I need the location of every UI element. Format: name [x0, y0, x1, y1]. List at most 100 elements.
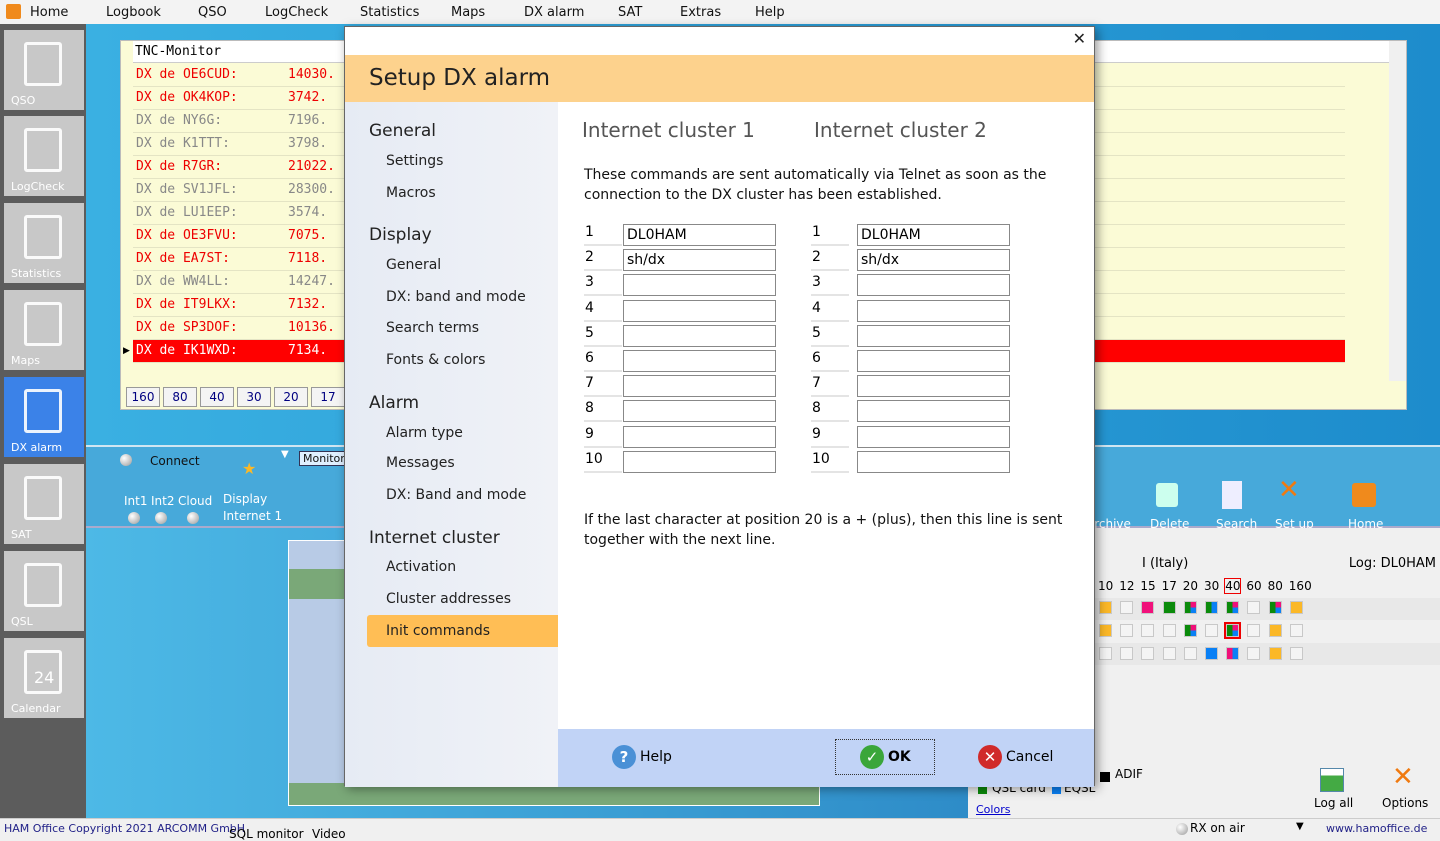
menu-qso[interactable]: QSO	[198, 5, 227, 20]
band-cell[interactable]	[1289, 601, 1303, 614]
nav-init-commands[interactable]: Init commands	[367, 615, 558, 647]
sidebar-item-qsl[interactable]: QSL	[4, 551, 84, 631]
cluster1-command-input[interactable]	[623, 299, 776, 322]
cluster2-command-input[interactable]	[857, 375, 1010, 398]
cluster2-command-input[interactable]	[857, 450, 1010, 473]
tab-monitor[interactable]: Monitor	[299, 451, 345, 466]
band-cell[interactable]	[1268, 624, 1282, 637]
menu-dx-alarm[interactable]: DX alarm	[524, 5, 584, 20]
band-cell[interactable]	[1162, 647, 1176, 660]
sql-monitor-tab[interactable]: SQL monitor	[229, 827, 304, 841]
nav-dx-band-and-mode[interactable]: DX: band and mode	[386, 289, 526, 305]
dropdown-arrow-icon[interactable]: ▼	[1296, 821, 1304, 832]
band-cell[interactable]	[1120, 647, 1134, 660]
band-cell[interactable]	[1099, 601, 1112, 614]
band-cell[interactable]	[1247, 624, 1261, 637]
band-cell[interactable]	[1120, 624, 1134, 637]
band-cell[interactable]	[1183, 647, 1197, 660]
video-tab[interactable]: Video	[312, 827, 346, 841]
sidebar-item-logcheck[interactable]: LogCheck	[4, 116, 84, 196]
options-button[interactable]: Options	[1382, 796, 1428, 810]
sidebar-item-dx-alarm[interactable]: DX alarm	[4, 377, 84, 457]
help-button[interactable]: ? Help	[612, 739, 672, 775]
cluster2-command-input[interactable]	[857, 224, 1010, 246]
band-button-20[interactable]: 20	[274, 387, 308, 407]
band-cell[interactable]	[1162, 624, 1176, 637]
band-cell[interactable]	[1120, 601, 1134, 614]
nav-macros[interactable]: Macros	[386, 185, 436, 201]
close-icon[interactable]: ✕	[1073, 29, 1086, 48]
band-button-40[interactable]: 40	[200, 387, 234, 407]
sidebar-item-calendar[interactable]: Calendar 24	[4, 638, 84, 718]
display-label[interactable]: Display	[223, 492, 267, 506]
menu-logbook[interactable]: Logbook	[106, 5, 161, 20]
band-cell[interactable]	[1099, 647, 1112, 660]
nav-dx-band-and-mode[interactable]: DX: Band and mode	[386, 487, 526, 503]
cluster1-command-input[interactable]	[623, 375, 776, 398]
band-cell[interactable]	[1141, 647, 1155, 660]
sidebar-item-qso[interactable]: QSO	[4, 30, 84, 110]
band-cell[interactable]	[1162, 601, 1176, 614]
menu-logcheck[interactable]: LogCheck	[265, 5, 328, 20]
dropdown-arrow-icon[interactable]: ▼	[281, 449, 289, 460]
cluster2-command-input[interactable]	[857, 274, 1010, 297]
nav-fonts-colors[interactable]: Fonts & colors	[386, 352, 485, 368]
band-cell[interactable]	[1205, 647, 1218, 660]
band-cell[interactable]	[1289, 624, 1303, 637]
band-cell[interactable]	[1099, 624, 1112, 637]
display-internet-label[interactable]: Internet 1	[223, 509, 282, 523]
sidebar-item-sat[interactable]: SAT	[4, 464, 84, 544]
cluster2-command-input[interactable]	[857, 324, 1010, 347]
band-cell[interactable]	[1205, 601, 1218, 614]
band-cell[interactable]	[1226, 647, 1240, 660]
cluster1-command-input[interactable]	[623, 249, 776, 272]
scrollbar[interactable]	[1389, 41, 1406, 381]
sidebar-item-statistics[interactable]: Statistics	[4, 203, 84, 283]
cluster1-command-input[interactable]	[623, 400, 776, 423]
band-cell[interactable]	[1268, 601, 1282, 614]
band-cell[interactable]	[1141, 601, 1155, 614]
band-cell[interactable]	[1247, 647, 1261, 660]
cluster1-command-input[interactable]	[623, 350, 776, 372]
cluster2-command-input[interactable]	[857, 249, 1010, 272]
band-cell[interactable]	[1226, 601, 1240, 614]
cluster1-command-input[interactable]	[623, 274, 776, 297]
nav-alarm-type[interactable]: Alarm type	[386, 425, 463, 441]
band-button-160[interactable]: 160	[126, 387, 160, 407]
band-button-80[interactable]: 80	[163, 387, 197, 407]
menu-sat[interactable]: SAT	[618, 5, 642, 20]
connect-button[interactable]: Connect	[150, 454, 200, 468]
sidebar-item-maps[interactable]: Maps	[4, 290, 84, 370]
band-cell[interactable]	[1289, 647, 1303, 660]
band-cell[interactable]	[1268, 647, 1282, 660]
band-cell[interactable]	[1224, 622, 1242, 639]
cluster2-command-input[interactable]	[857, 299, 1010, 322]
cluster1-command-input[interactable]	[623, 224, 776, 246]
menu-maps[interactable]: Maps	[451, 5, 485, 20]
cluster1-command-input[interactable]	[623, 425, 776, 448]
nav-general[interactable]: General	[386, 257, 441, 273]
cluster1-command-input[interactable]	[623, 324, 776, 347]
ok-button[interactable]: ✓ OK	[835, 739, 935, 775]
nav-messages[interactable]: Messages	[386, 455, 455, 471]
colors-link[interactable]: Colors	[976, 803, 1010, 816]
log-all-button[interactable]: Log all	[1314, 796, 1353, 810]
cluster2-command-input[interactable]	[857, 400, 1010, 423]
menu-home[interactable]: Home	[30, 5, 68, 20]
band-cell[interactable]	[1183, 601, 1197, 614]
cluster2-command-input[interactable]	[857, 350, 1010, 372]
band-button-17[interactable]: 17	[311, 387, 345, 407]
menu-extras[interactable]: Extras	[680, 5, 721, 20]
website-link[interactable]: www.hamoffice.de	[1326, 822, 1427, 835]
menu-help[interactable]: Help	[755, 5, 785, 20]
cluster1-command-input[interactable]	[623, 450, 776, 473]
band-cell[interactable]	[1247, 601, 1261, 614]
nav-cluster-addresses[interactable]: Cluster addresses	[386, 591, 511, 607]
cluster2-command-input[interactable]	[857, 425, 1010, 448]
cancel-button[interactable]: ✕ Cancel	[978, 739, 1053, 775]
band-cell[interactable]	[1183, 624, 1197, 637]
nav-search-terms[interactable]: Search terms	[386, 320, 479, 336]
nav-activation[interactable]: Activation	[386, 559, 456, 575]
band-button-30[interactable]: 30	[237, 387, 271, 407]
home-icon[interactable]	[6, 4, 21, 19]
